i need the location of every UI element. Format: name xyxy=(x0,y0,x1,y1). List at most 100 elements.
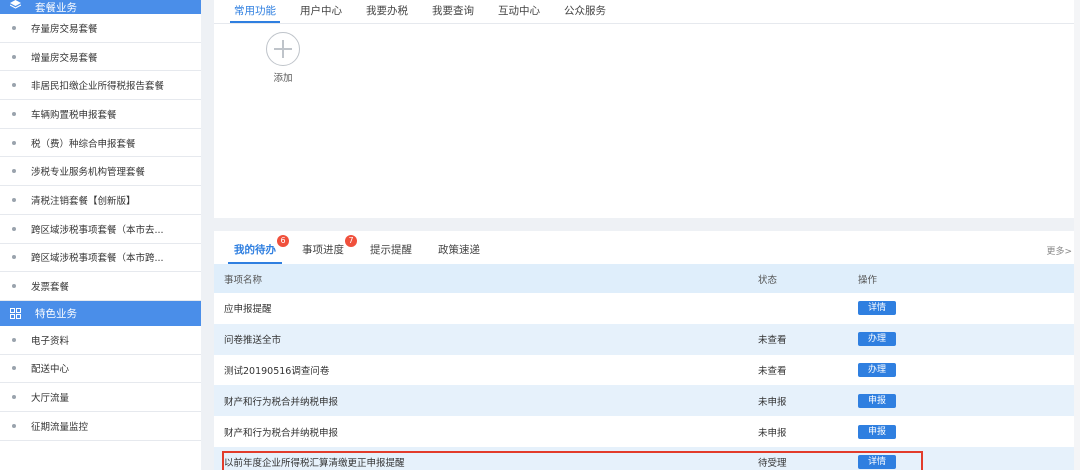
tab-label: 我的待办 xyxy=(234,244,276,256)
table-row: 财产和行为税合并纳税申报 未申报 申报 xyxy=(214,416,1080,447)
sidebar-section-package[interactable]: 套餐业务 xyxy=(0,0,201,14)
top-tab-bar: 常用功能 用户中心 我要办税 我要查询 互动中心 公众服务 xyxy=(214,0,1080,24)
bullet-icon xyxy=(12,83,16,88)
plus-circle-icon xyxy=(266,32,300,66)
item-status: 未查看 xyxy=(758,323,858,355)
bullet-icon xyxy=(12,337,16,342)
sidebar-section-title: 特色业务 xyxy=(35,307,77,320)
table-row: 以前年度企业所得税汇算清缴更正申报提醒 待受理 详情 xyxy=(214,446,1080,470)
tab-user-center[interactable]: 用户中心 xyxy=(300,0,342,23)
item-name: 问卷推送全市 xyxy=(214,323,758,355)
item-action-cell: 详情 xyxy=(858,446,1080,470)
todo-table: 事项名称 状态 操作 应申报提醒 详情 问卷推送全市 未查看 办理 测试20190516调… xyxy=(214,264,1080,470)
action-button[interactable]: 办理 xyxy=(858,332,896,347)
count-badge: 7 xyxy=(345,235,357,247)
sidebar-item-0[interactable]: 存量房交易套餐 xyxy=(0,14,201,43)
bottom-tab-bar: 我的待办 6 事项进度 7 提示提醒 政策速递 更多> xyxy=(214,231,1080,264)
action-button[interactable]: 详情 xyxy=(858,301,896,316)
bullet-icon xyxy=(12,197,16,202)
sidebar-item-6[interactable]: 清税注销套餐【创新版】 xyxy=(0,186,201,215)
sidebar-item-label: 征期流量监控 xyxy=(31,421,89,433)
tab-tax-handling[interactable]: 我要办税 xyxy=(366,0,408,23)
tab-progress[interactable]: 事项进度 7 xyxy=(302,235,357,264)
sidebar: 套餐业务 存量房交易套餐 增量房交易套餐非居民扣缴企业所得税报告套餐 车辆购置税申报… xyxy=(0,0,201,470)
bullet-icon xyxy=(12,423,16,428)
item-action-cell: 办理 xyxy=(858,323,1080,355)
sidebar-section-title: 套餐业务 xyxy=(35,1,77,14)
sidebar-item-5[interactable]: 涉税专业服务机构管理套餐 xyxy=(0,157,201,187)
action-button[interactable]: 申报 xyxy=(858,393,896,408)
sidebar-item-7[interactable]: 跨区域涉税事项套餐（本市去... xyxy=(0,215,201,244)
sidebar-item-1[interactable]: 增量房交易套餐 xyxy=(0,43,201,72)
sidebar-item-2[interactable]: 非居民扣缴企业所得税报告套餐 xyxy=(0,71,201,101)
action-button[interactable]: 申报 xyxy=(858,424,896,439)
sidebar-section-special[interactable]: 特色业务 xyxy=(0,300,201,326)
sidebar-item-label: 电子资料 xyxy=(31,335,70,347)
bullet-icon xyxy=(12,255,16,260)
item-name: 财产和行为税合并纳税申报 xyxy=(214,416,758,447)
add-label: 添加 xyxy=(273,73,293,84)
sidebar-item-8[interactable]: 跨区域涉税事项套餐（本市跨... xyxy=(0,244,201,273)
tab-query[interactable]: 我要查询 xyxy=(432,0,474,23)
panel-divider xyxy=(201,0,214,470)
bullet-icon xyxy=(12,395,16,400)
item-status: 未申报 xyxy=(758,416,858,447)
item-status xyxy=(758,293,858,324)
bullet-icon xyxy=(12,111,16,116)
scrollbar-track[interactable] xyxy=(1074,0,1080,470)
bullet-icon xyxy=(12,284,16,289)
sidebar-item-label: 涉税专业服务机构管理套餐 xyxy=(31,167,146,179)
item-action-cell: 申报 xyxy=(858,385,1080,417)
tab-public-service[interactable]: 公众服务 xyxy=(564,0,606,23)
tab-label: 提示提醒 xyxy=(370,244,412,256)
sidebar-item-label: 跨区域涉税事项套餐（本市跨... xyxy=(31,253,164,265)
sidebar-item-label: 车辆购置税申报套餐 xyxy=(31,109,117,121)
bullet-icon xyxy=(12,169,16,174)
bullet-icon xyxy=(12,25,16,30)
add-function-button[interactable]: 添加 xyxy=(263,32,303,84)
sidebar-item-special-2[interactable]: 大厅流量 xyxy=(0,383,201,412)
sidebar-item-4[interactable]: 税（费）种综合申报套餐 xyxy=(0,129,201,158)
sidebar-item-label: 跨区域涉税事项套餐（本市去... xyxy=(31,224,164,236)
tab-label: 政策速递 xyxy=(438,244,480,256)
item-name: 测试20190516调查问卷 xyxy=(214,354,758,386)
layers-icon xyxy=(9,0,21,11)
sidebar-item-label: 非居民扣缴企业所得税报告套餐 xyxy=(31,81,165,93)
item-name: 财产和行为税合并纳税申报 xyxy=(214,385,758,417)
sidebar-item-label: 增量房交易套餐 xyxy=(31,52,98,64)
table-row: 问卷推送全市 未查看 办理 xyxy=(214,323,1080,355)
table-row: 应申报提醒 详情 xyxy=(214,293,1080,324)
todo-panel: 我的待办 6 事项进度 7 提示提醒 政策速递 更多> 事项名称 状态 操作 应… xyxy=(214,231,1080,470)
action-button[interactable]: 办理 xyxy=(858,362,896,377)
item-name: 以前年度企业所得税汇算清缴更正申报提醒 xyxy=(214,446,758,470)
count-badge: 6 xyxy=(277,235,289,247)
grid-icon xyxy=(9,307,21,319)
sidebar-item-9[interactable]: 发票套餐 xyxy=(0,272,201,301)
item-name: 应申报提醒 xyxy=(214,293,758,324)
app: 套餐业务 存量房交易套餐 增量房交易套餐非居民扣缴企业所得税报告套餐 车辆购置税申报… xyxy=(0,0,1080,470)
more-link[interactable]: 更多> xyxy=(1046,244,1072,257)
item-action-cell: 办理 xyxy=(858,354,1080,386)
sidebar-item-label: 存量房交易套餐 xyxy=(31,23,98,35)
sidebar-item-special-0[interactable]: 电子资料 xyxy=(0,326,201,355)
col-header-status: 状态 xyxy=(758,264,858,293)
action-button[interactable]: 详情 xyxy=(858,455,896,470)
bullet-icon xyxy=(12,226,16,231)
sidebar-item-3[interactable]: 车辆购置税申报套餐 xyxy=(0,100,201,129)
sidebar-item-label: 发票套餐 xyxy=(31,282,70,294)
sidebar-item-label: 清税注销套餐【创新版】 xyxy=(31,195,136,207)
sidebar-item-special-3[interactable]: 征期流量监控 xyxy=(0,412,201,441)
item-status: 待受理 xyxy=(758,446,858,470)
tab-interaction[interactable]: 互动中心 xyxy=(498,0,540,23)
sidebar-item-special-1[interactable]: 配送中心 xyxy=(0,355,201,384)
tab-my-todo[interactable]: 我的待办 6 xyxy=(228,235,289,264)
tab-policy[interactable]: 政策速递 xyxy=(438,242,480,264)
item-status: 未申报 xyxy=(758,385,858,417)
col-header-action: 操作 xyxy=(858,264,1080,293)
tab-common-functions[interactable]: 常用功能 xyxy=(230,0,280,23)
tab-reminders[interactable]: 提示提醒 xyxy=(370,242,412,264)
sidebar-item-label: 大厅流量 xyxy=(31,393,70,405)
col-header-name: 事项名称 xyxy=(214,264,758,293)
table-row: 财产和行为税合并纳税申报 未申报 申报 xyxy=(214,385,1080,417)
sidebar-item-label: 配送中心 xyxy=(31,364,70,376)
